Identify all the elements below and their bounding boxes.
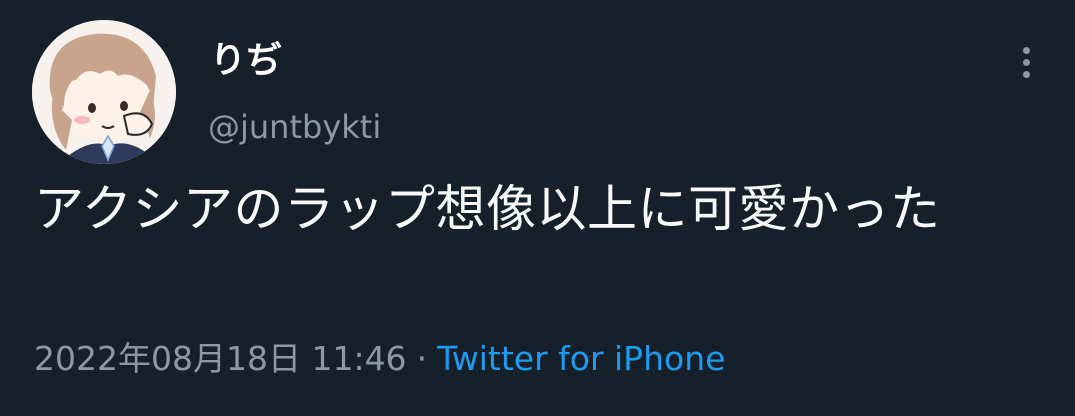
more-options-button[interactable] [1004, 38, 1048, 86]
avatar[interactable] [32, 20, 176, 164]
display-name[interactable]: りぢ [210, 38, 282, 84]
avatar-illustration [32, 20, 176, 164]
more-vertical-icon [1022, 46, 1030, 54]
tweet-card: りぢ @juntbykti アクシアのラップ想像以上に可愛かった 2022年08… [0, 0, 1075, 416]
tweet-meta: 2022年08月18日 11:46 · Twitter for iPhone [34, 336, 725, 382]
tweet-source-link[interactable]: Twitter for iPhone [437, 339, 725, 378]
meta-separator: · [416, 339, 428, 378]
tweet-timestamp[interactable]: 2022年08月18日 11:46 [34, 339, 407, 378]
more-vertical-icon-dot-2 [1022, 58, 1030, 66]
tweet-text: アクシアのラップ想像以上に可愛かった [34, 180, 941, 238]
user-handle[interactable]: @juntbykti [208, 106, 381, 148]
more-vertical-icon-dot-3 [1022, 70, 1030, 78]
